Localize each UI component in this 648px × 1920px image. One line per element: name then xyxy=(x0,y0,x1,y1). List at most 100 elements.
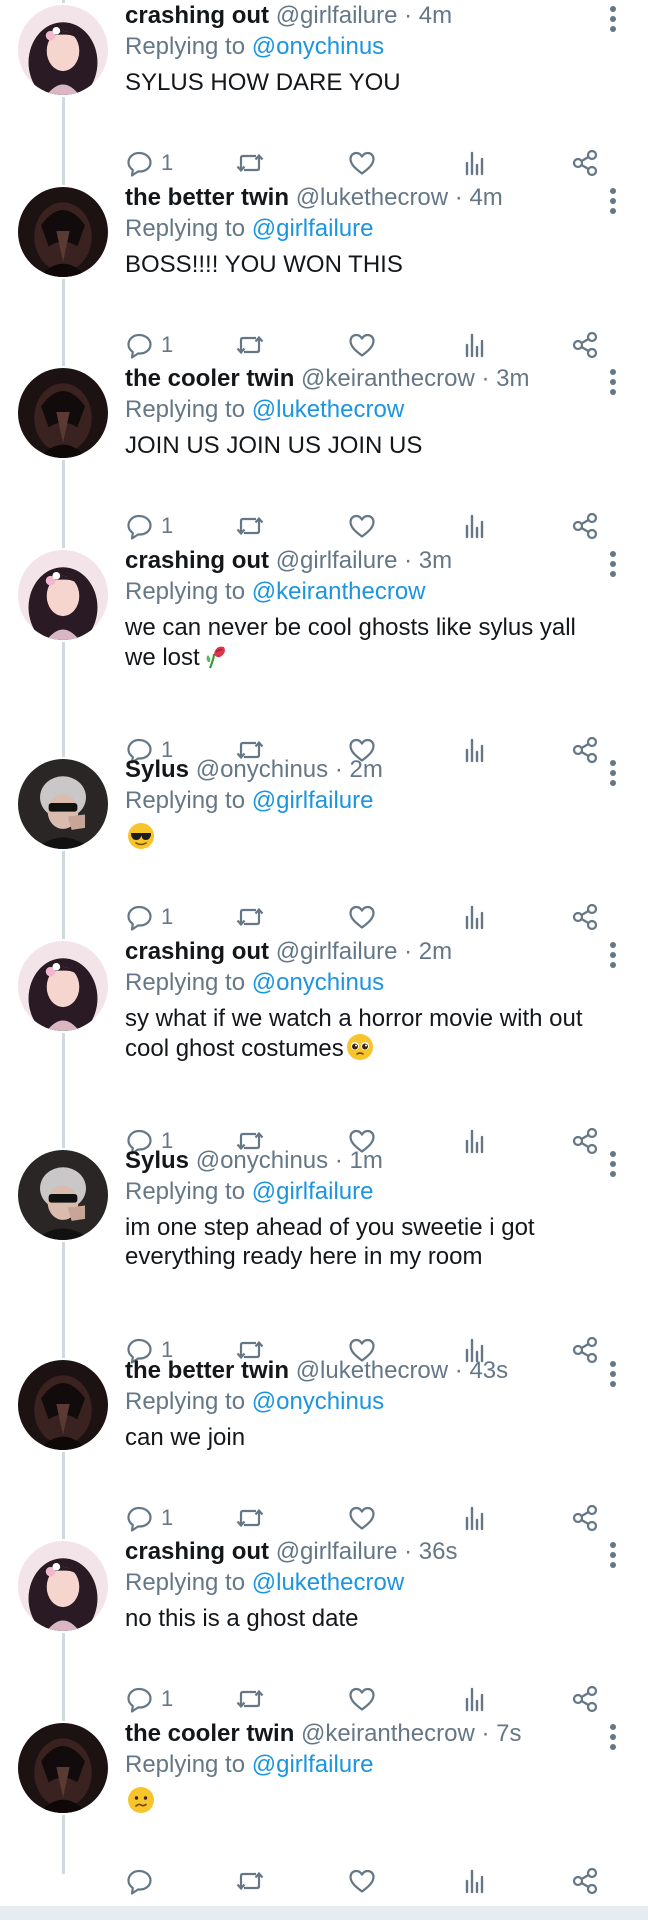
display-name[interactable]: Sylus xyxy=(125,1147,189,1174)
more-options-icon[interactable] xyxy=(606,940,620,970)
display-name[interactable]: crashing out xyxy=(125,938,269,965)
like-button[interactable] xyxy=(347,146,377,180)
tweet-content: Sylus @onychinus · 2m Replying to @girlf… xyxy=(125,754,592,852)
sylus-avatar[interactable] xyxy=(16,757,110,851)
more-options-icon[interactable] xyxy=(606,758,620,788)
like-button[interactable] xyxy=(347,1501,377,1535)
share-button[interactable] xyxy=(570,1682,600,1716)
timestamp[interactable]: · 7s xyxy=(481,1720,521,1747)
replying-to-handle[interactable]: @onychinus xyxy=(252,1388,384,1415)
user-handle[interactable]: @lukethecrow xyxy=(296,1357,448,1384)
replying-to-handle[interactable]: @keiranthecrow xyxy=(252,578,426,605)
display-name[interactable]: the better twin xyxy=(125,1357,289,1384)
share-button[interactable] xyxy=(570,509,600,543)
reply-button[interactable]: 1 xyxy=(125,1501,173,1535)
retweet-button[interactable] xyxy=(235,328,265,362)
girl-avatar[interactable] xyxy=(16,3,110,97)
replying-to-handle[interactable]: @lukethecrow xyxy=(252,1569,404,1596)
replying-to-label: Replying to xyxy=(125,969,246,996)
like-button[interactable] xyxy=(347,1864,377,1898)
display-name[interactable]: the cooler twin xyxy=(125,1720,294,1747)
more-options-icon[interactable] xyxy=(606,1359,620,1389)
user-handle[interactable]: @girlfailure xyxy=(276,547,398,574)
more-options-icon[interactable] xyxy=(606,1149,620,1179)
analytics-button[interactable] xyxy=(460,1501,490,1535)
analytics-button[interactable] xyxy=(460,509,490,543)
like-button[interactable] xyxy=(347,900,377,934)
timestamp[interactable]: · 2m xyxy=(404,938,452,965)
retweet-button[interactable] xyxy=(235,1682,265,1716)
more-options-icon[interactable] xyxy=(606,1722,620,1752)
share-button[interactable] xyxy=(570,328,600,362)
user-handle[interactable]: @onychinus xyxy=(196,1147,328,1174)
reply-button[interactable]: 1 xyxy=(125,1682,173,1716)
crow-avatar[interactable] xyxy=(16,366,110,460)
more-options-icon[interactable] xyxy=(606,549,620,579)
timestamp[interactable]: · 2m xyxy=(335,756,383,783)
timestamp[interactable]: · 4m xyxy=(404,2,452,29)
retweet-button[interactable] xyxy=(235,509,265,543)
user-handle[interactable]: @girlfailure xyxy=(276,938,398,965)
timestamp[interactable]: · 43s xyxy=(455,1357,508,1384)
like-button[interactable] xyxy=(347,328,377,362)
user-handle[interactable]: @onychinus xyxy=(196,756,328,783)
replying-to-handle[interactable]: @girlfailure xyxy=(252,1751,374,1778)
girl-avatar[interactable] xyxy=(16,1539,110,1633)
sylus-avatar[interactable] xyxy=(16,1148,110,1242)
timestamp[interactable]: · 36s xyxy=(404,1538,457,1565)
like-button[interactable] xyxy=(347,509,377,543)
share-icon xyxy=(570,148,600,178)
like-button[interactable] xyxy=(347,1682,377,1716)
reply-button[interactable]: 1 xyxy=(125,146,173,180)
user-handle[interactable]: @lukethecrow xyxy=(296,184,448,211)
replying-to-line: Replying to @onychinus xyxy=(125,1386,592,1417)
display-name[interactable]: crashing out xyxy=(125,2,269,29)
replying-to-handle[interactable]: @onychinus xyxy=(252,33,384,60)
replying-to-handle[interactable]: @onychinus xyxy=(252,969,384,996)
retweet-button[interactable] xyxy=(235,1864,265,1898)
replying-to-handle[interactable]: @girlfailure xyxy=(252,215,374,242)
timestamp[interactable]: · 4m xyxy=(455,184,503,211)
share-button[interactable] xyxy=(570,146,600,180)
replying-to-handle[interactable]: @girlfailure xyxy=(252,787,374,814)
replying-to-line: Replying to @onychinus xyxy=(125,967,592,998)
timestamp[interactable]: · 3m xyxy=(481,365,529,392)
replying-to-handle[interactable]: @girlfailure xyxy=(252,1178,374,1205)
reply-button[interactable] xyxy=(125,1864,155,1898)
display-name[interactable]: crashing out xyxy=(125,547,269,574)
analytics-button[interactable] xyxy=(460,1864,490,1898)
analytics-button[interactable] xyxy=(460,900,490,934)
girl-avatar[interactable] xyxy=(16,939,110,1033)
timestamp[interactable]: · 1m xyxy=(335,1147,383,1174)
retweet-button[interactable] xyxy=(235,146,265,180)
display-name[interactable]: Sylus xyxy=(125,756,189,783)
reply-button[interactable]: 1 xyxy=(125,328,173,362)
analytics-button[interactable] xyxy=(460,146,490,180)
retweet-button[interactable] xyxy=(235,1501,265,1535)
more-options-icon[interactable] xyxy=(606,186,620,216)
share-button[interactable] xyxy=(570,1501,600,1535)
user-handle[interactable]: @girlfailure xyxy=(276,1538,398,1565)
more-options-icon[interactable] xyxy=(606,367,620,397)
crow-avatar[interactable] xyxy=(16,1721,110,1815)
retweet-button[interactable] xyxy=(235,900,265,934)
share-button[interactable] xyxy=(570,1864,600,1898)
girl-avatar[interactable] xyxy=(16,548,110,642)
analytics-button[interactable] xyxy=(460,328,490,362)
more-options-icon[interactable] xyxy=(606,4,620,34)
display-name[interactable]: the better twin xyxy=(125,184,289,211)
analytics-button[interactable] xyxy=(460,1682,490,1716)
user-handle[interactable]: @girlfailure xyxy=(276,2,398,29)
replying-to-handle[interactable]: @lukethecrow xyxy=(252,396,404,423)
share-button[interactable] xyxy=(570,900,600,934)
user-handle[interactable]: @keiranthecrow xyxy=(301,365,475,392)
reply-button[interactable]: 1 xyxy=(125,509,173,543)
display-name[interactable]: the cooler twin xyxy=(125,365,294,392)
crow-avatar[interactable] xyxy=(16,185,110,279)
more-options-icon[interactable] xyxy=(606,1540,620,1570)
user-handle[interactable]: @keiranthecrow xyxy=(301,1720,475,1747)
display-name[interactable]: crashing out xyxy=(125,1538,269,1565)
timestamp[interactable]: · 3m xyxy=(404,547,452,574)
crow-avatar[interactable] xyxy=(16,1358,110,1452)
reply-button[interactable]: 1 xyxy=(125,900,173,934)
